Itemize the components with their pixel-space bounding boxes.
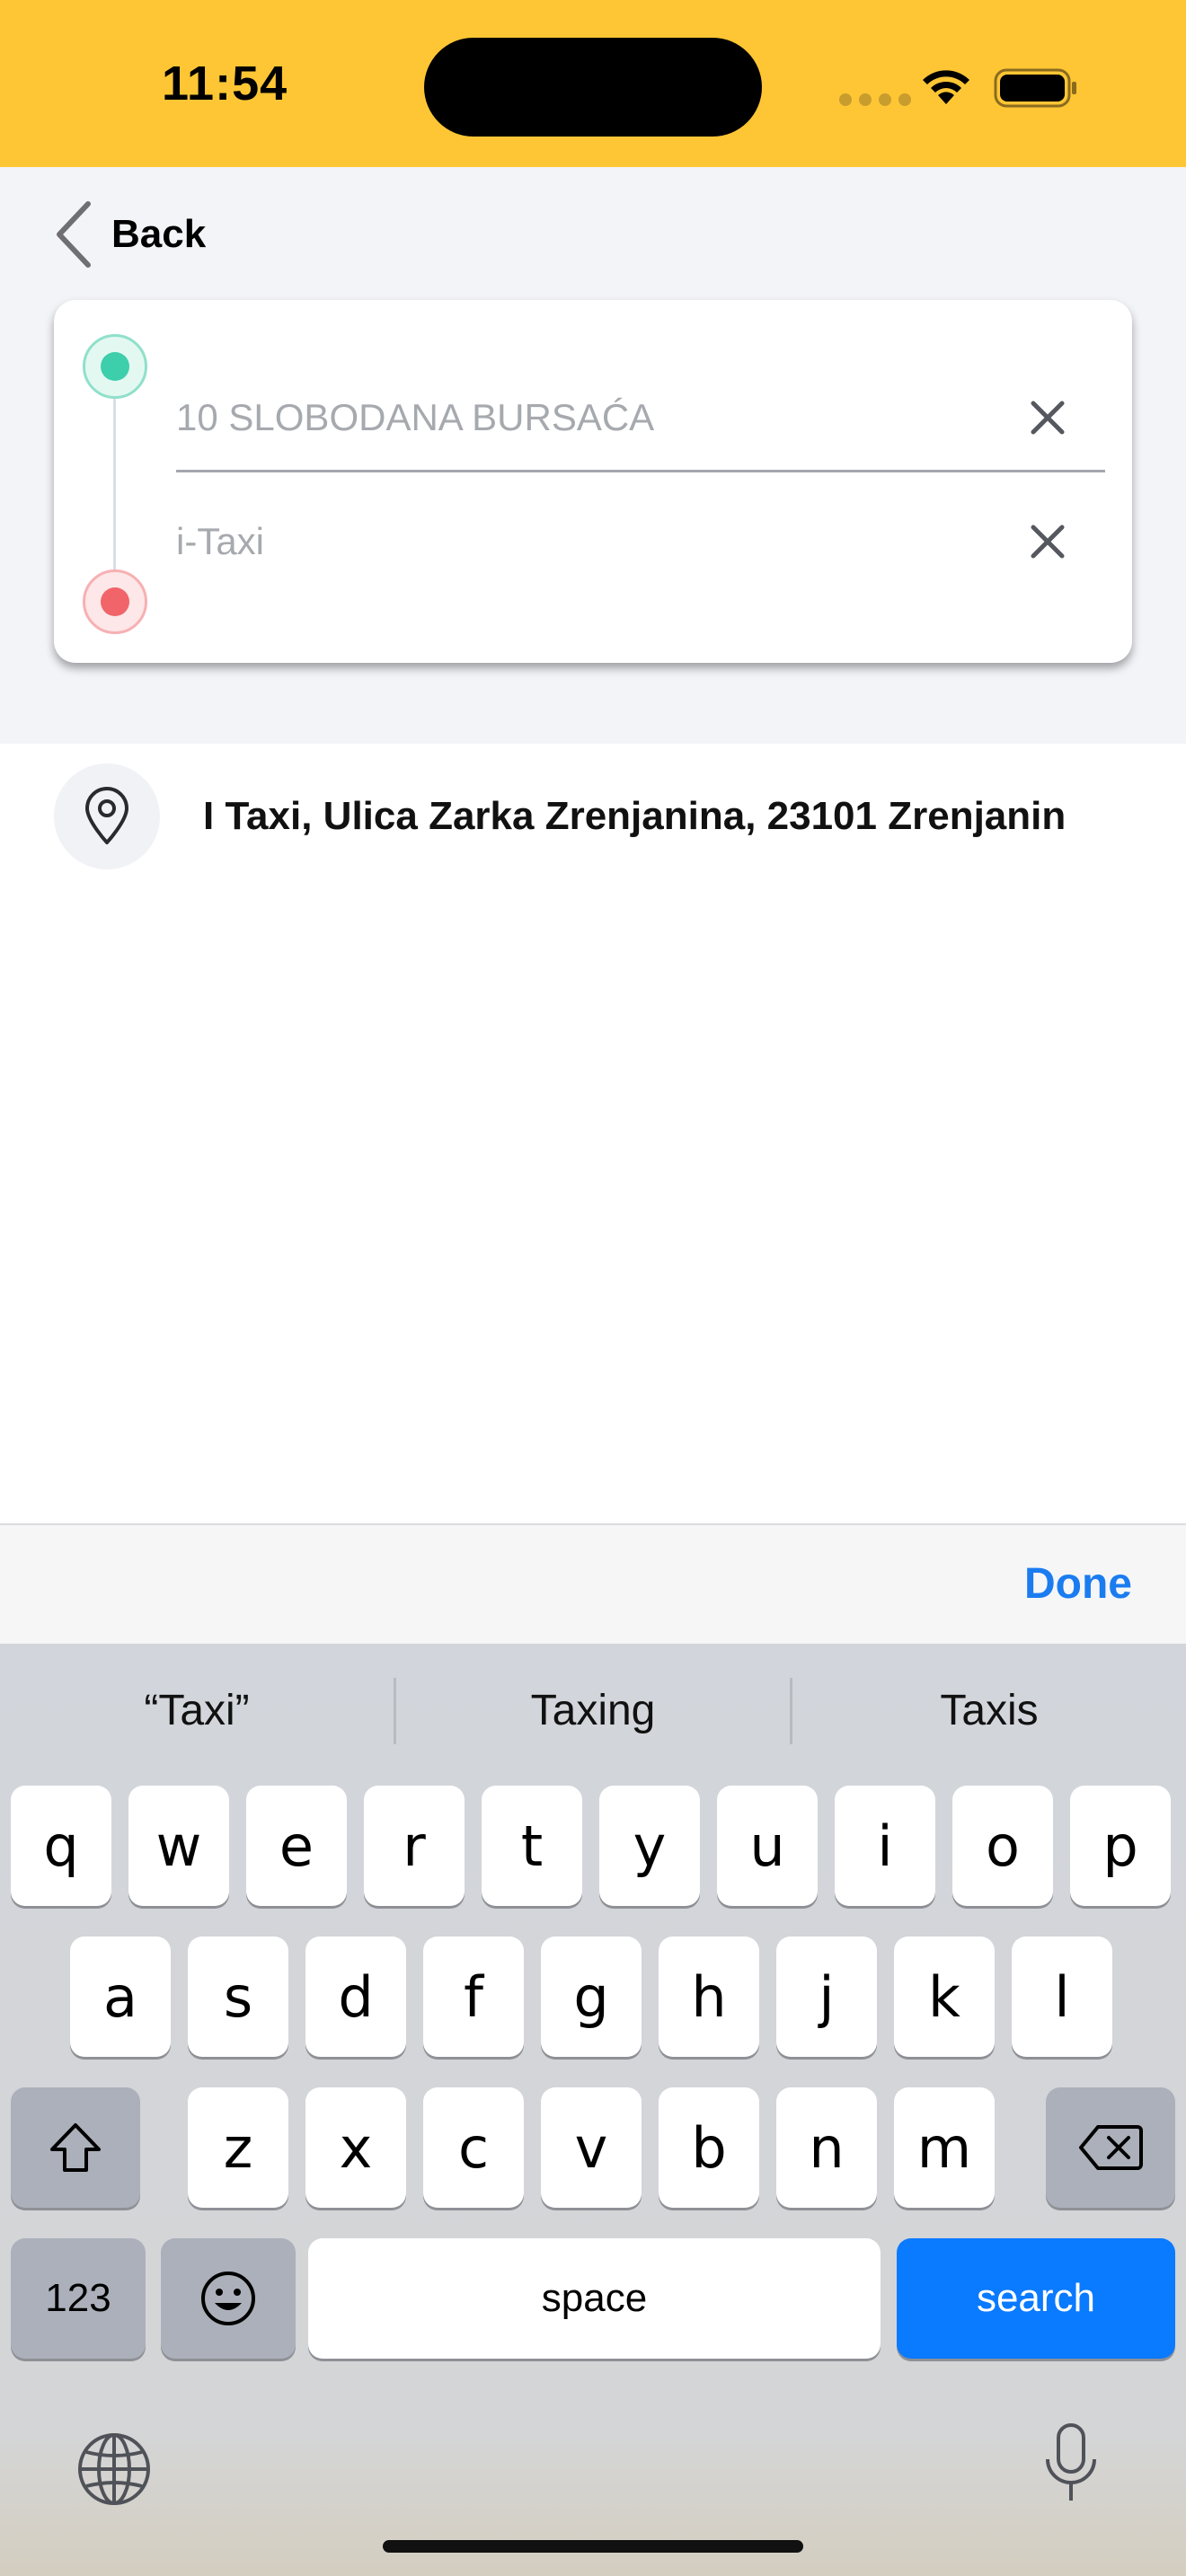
key-y[interactable]: y — [599, 1786, 700, 1906]
clear-pickup-icon[interactable] — [1021, 391, 1075, 445]
keyboard-accessory-bar: Done — [0, 1523, 1186, 1644]
pickup-input[interactable]: 10 SLOBODANA BURSAĆA — [176, 396, 1021, 439]
back-button[interactable]: Back — [54, 194, 206, 275]
key-a[interactable]: a — [70, 1936, 171, 2057]
key-i[interactable]: i — [835, 1786, 935, 1906]
suggestion-item[interactable]: Taxis — [792, 1663, 1186, 1757]
key-r[interactable]: r — [364, 1786, 465, 1906]
search-key[interactable]: search — [897, 2238, 1175, 2359]
backspace-icon — [1079, 2125, 1143, 2170]
space-key[interactable]: space — [308, 2238, 881, 2359]
chevron-left-icon — [57, 201, 91, 268]
microphone-icon[interactable] — [1042, 2422, 1100, 2506]
key-q[interactable]: q — [11, 1786, 111, 1906]
key-v[interactable]: v — [541, 2087, 642, 2208]
key-u[interactable]: u — [717, 1786, 818, 1906]
key-s[interactable]: s — [188, 1936, 288, 2057]
pickup-field[interactable]: 10 SLOBODANA BURSAĆA — [176, 365, 1105, 472]
emoji-key[interactable] — [161, 2238, 296, 2359]
key-o[interactable]: o — [952, 1786, 1053, 1906]
back-label: Back — [111, 212, 207, 256]
key-x[interactable]: x — [305, 2087, 406, 2208]
key-l[interactable]: l — [1012, 1936, 1112, 2057]
suggestion-bar: “Taxi” Taxing Taxis — [0, 1663, 1186, 1757]
battery-icon — [994, 68, 1076, 108]
destination-marker-icon — [83, 569, 147, 634]
status-bar: 11:54 — [0, 0, 1186, 167]
key-n[interactable]: n — [776, 2087, 877, 2208]
key-t[interactable]: t — [482, 1786, 582, 1906]
pickup-marker-icon — [83, 334, 147, 399]
dynamic-island — [424, 38, 762, 137]
wifi-icon — [923, 70, 969, 104]
emoji-icon — [201, 2272, 255, 2325]
key-f[interactable]: f — [423, 1936, 524, 2057]
suggestion-item[interactable]: Taxing — [396, 1663, 790, 1757]
key-d[interactable]: d — [305, 1936, 406, 2057]
key-p[interactable]: p — [1070, 1786, 1171, 1906]
done-button[interactable]: Done — [1024, 1559, 1132, 1609]
destination-field[interactable]: i-Taxi — [176, 492, 1105, 591]
key-m[interactable]: m — [894, 2087, 995, 2208]
search-header: Back 10 SLOBODANA BURSAĆA i-Taxi — [0, 167, 1186, 744]
key-c[interactable]: c — [423, 2087, 524, 2208]
key-k[interactable]: k — [894, 1936, 995, 2057]
key-z[interactable]: z — [188, 2087, 288, 2208]
key-e[interactable]: e — [246, 1786, 347, 1906]
cellular-signal-icon — [839, 93, 918, 110]
numbers-key[interactable]: 123 — [11, 2238, 146, 2359]
globe-icon[interactable] — [75, 2430, 153, 2508]
key-w[interactable]: w — [128, 1786, 229, 1906]
home-indicator — [383, 2540, 803, 2553]
suggestion-item[interactable]: “Taxi” — [0, 1663, 394, 1757]
location-pin-icon — [54, 763, 160, 869]
route-connector — [113, 399, 116, 571]
key-j[interactable]: j — [776, 1936, 877, 2057]
keyboard: “Taxi” Taxing Taxis q w e r t y u i o p … — [0, 1644, 1186, 2576]
delete-key[interactable] — [1046, 2087, 1175, 2208]
status-time: 11:54 — [162, 57, 288, 110]
shift-icon — [50, 2123, 101, 2172]
key-g[interactable]: g — [541, 1936, 642, 2057]
key-b[interactable]: b — [659, 2087, 759, 2208]
result-label: I Taxi, Ulica Zarka Zrenjanina, 23101 Zr… — [203, 794, 1067, 838]
destination-input[interactable]: i-Taxi — [176, 520, 1021, 563]
clear-destination-icon[interactable] — [1021, 515, 1075, 569]
key-h[interactable]: h — [659, 1936, 759, 2057]
route-card: 10 SLOBODANA BURSAĆA i-Taxi — [54, 300, 1132, 663]
list-item[interactable]: I Taxi, Ulica Zarka Zrenjanina, 23101 Zr… — [0, 744, 1186, 887]
shift-key[interactable] — [11, 2087, 140, 2208]
